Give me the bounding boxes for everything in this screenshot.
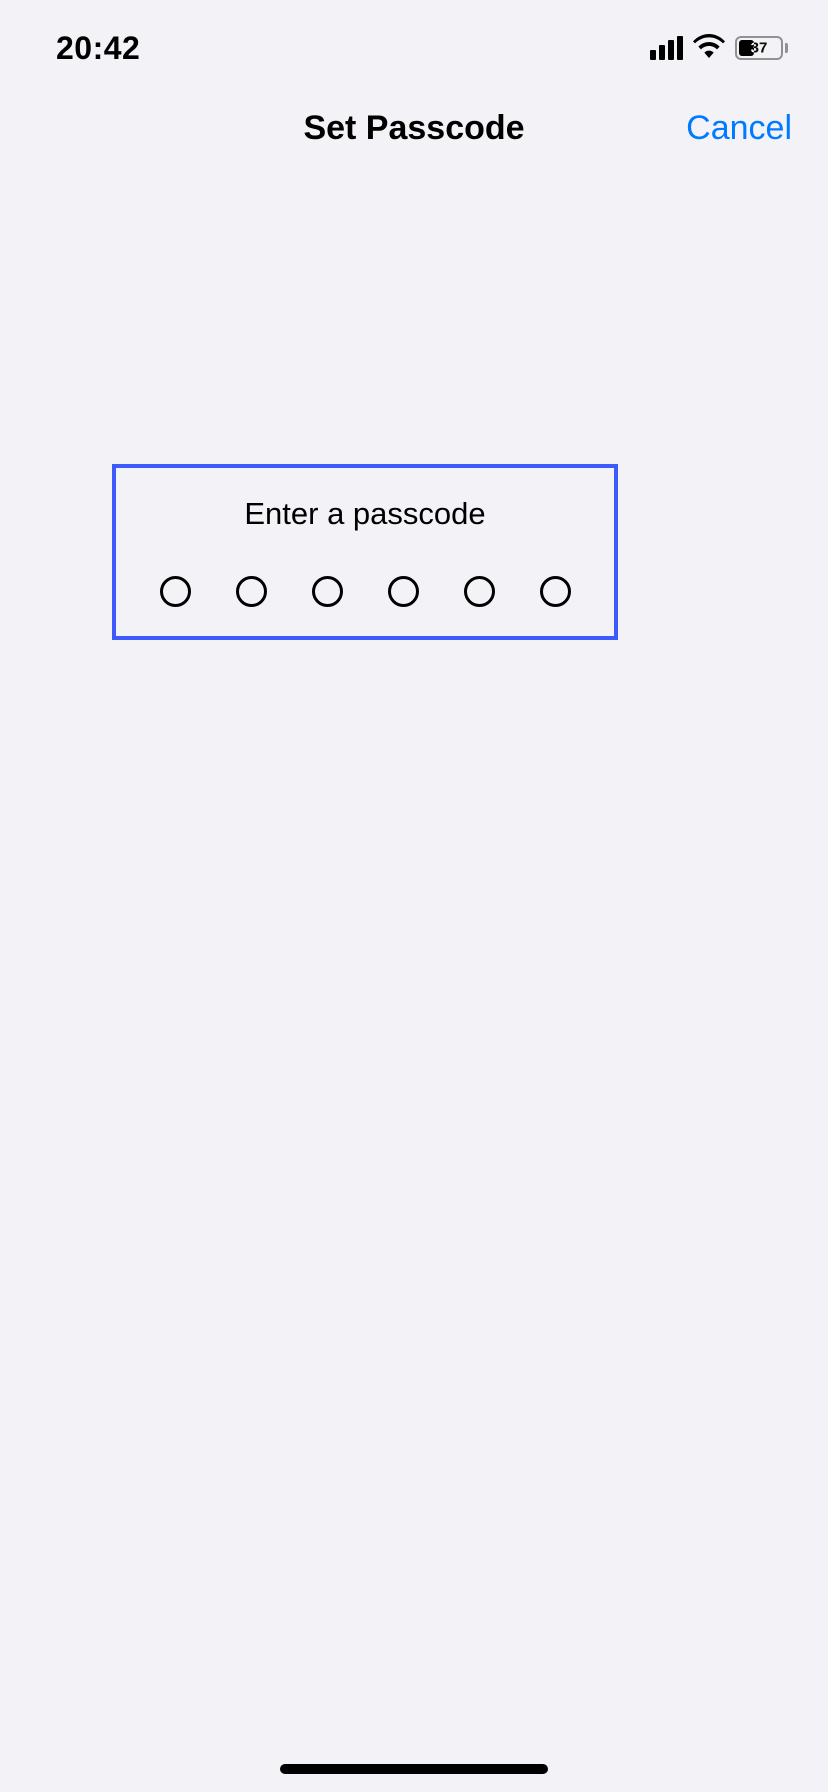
passcode-dot: [464, 576, 495, 607]
status-bar: 20:42 37: [0, 0, 828, 72]
cellular-icon: [650, 36, 683, 60]
passcode-dot: [312, 576, 343, 607]
passcode-dot: [236, 576, 267, 607]
passcode-dots: [160, 576, 571, 607]
cancel-button[interactable]: Cancel: [686, 109, 792, 148]
page-title: Set Passcode: [303, 109, 524, 148]
status-time: 20:42: [56, 30, 140, 67]
navigation-bar: Set Passcode Cancel: [0, 84, 828, 172]
passcode-dot: [160, 576, 191, 607]
battery-icon: 37: [735, 36, 788, 60]
passcode-dot: [388, 576, 419, 607]
wifi-icon: [693, 34, 725, 63]
passcode-prompt: Enter a passcode: [244, 496, 485, 532]
home-indicator[interactable]: [280, 1764, 548, 1774]
passcode-dot: [540, 576, 571, 607]
passcode-entry-area[interactable]: Enter a passcode: [112, 464, 618, 640]
status-indicators: 37: [650, 34, 788, 63]
